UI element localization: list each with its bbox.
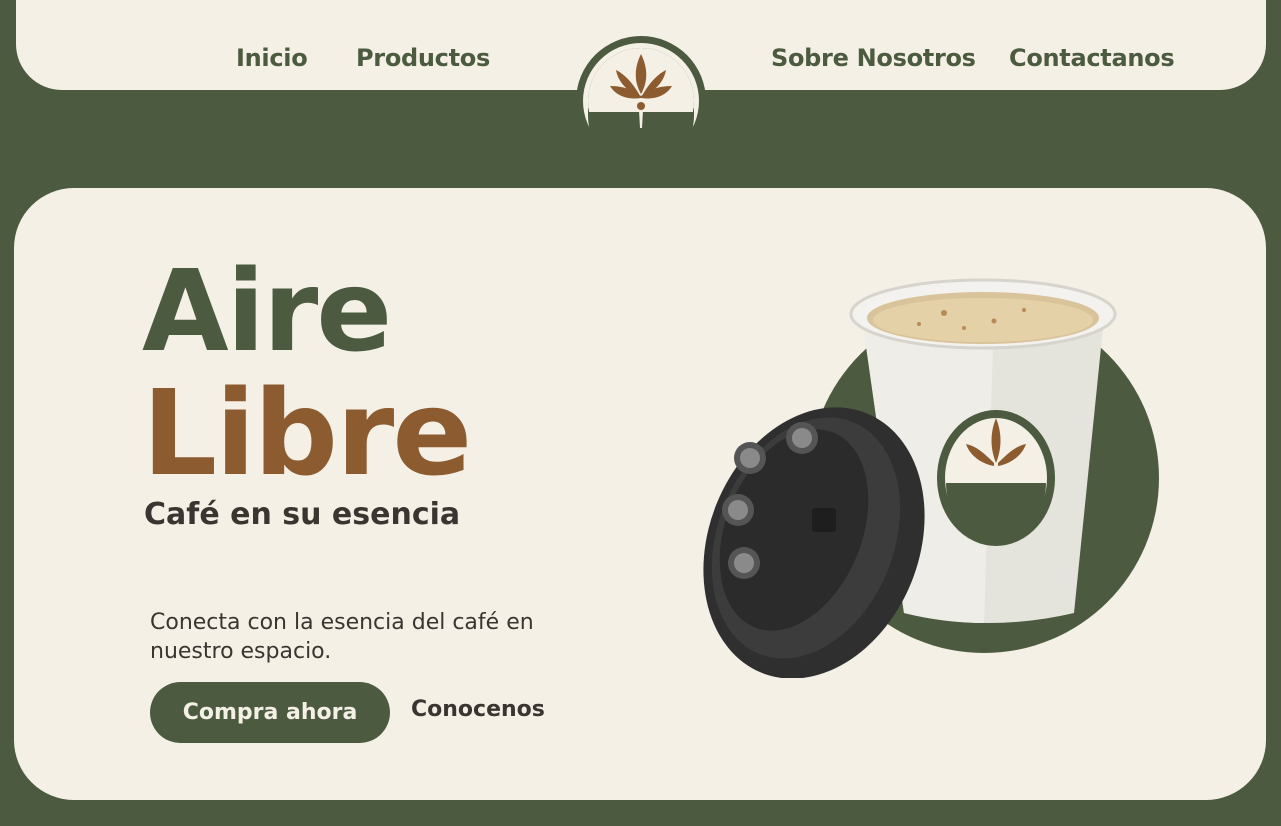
hero-card: Aire Libre Café en su esencia Conecta co… bbox=[14, 188, 1266, 800]
coffee-cup-illustration bbox=[703, 278, 1159, 679]
coffee-cup-image bbox=[694, 258, 1184, 679]
buy-now-button[interactable]: Compra ahora bbox=[150, 682, 390, 743]
nav-link-inicio[interactable]: Inicio bbox=[236, 44, 308, 72]
hero-title-aire: Aire bbox=[142, 247, 392, 377]
hero-title-libre: Libre bbox=[142, 364, 472, 502]
nav-link-contactanos[interactable]: Contactanos bbox=[1009, 44, 1175, 72]
nav-link-productos[interactable]: Productos bbox=[356, 44, 490, 72]
about-us-button[interactable]: Conocenos bbox=[411, 697, 545, 722]
brand-logo[interactable] bbox=[576, 36, 706, 169]
leaf-sprout-icon bbox=[576, 36, 706, 169]
nav-link-sobre-nosotros[interactable]: Sobre Nosotros bbox=[771, 44, 976, 72]
hero-subtitle: Café en su esencia bbox=[144, 497, 461, 532]
hero-description: Conecta con la esencia del café en nuest… bbox=[150, 610, 534, 664]
